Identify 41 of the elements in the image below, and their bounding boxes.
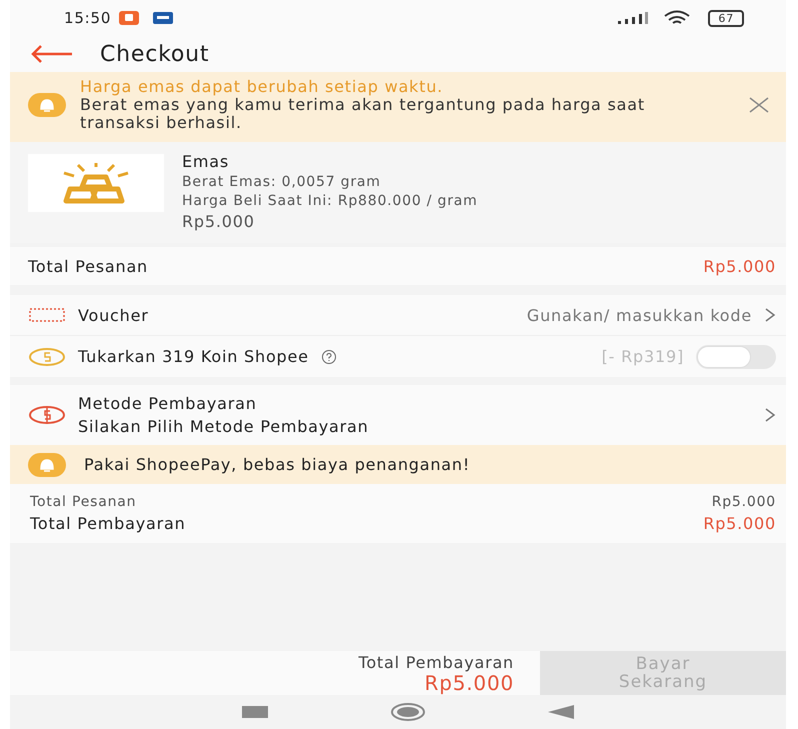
bottom-total-value: Rp5.000: [424, 673, 514, 693]
summary-label: Total Pesanan: [30, 494, 136, 510]
help-icon[interactable]: [320, 348, 337, 364]
summary-label: Total Pembayaran: [30, 514, 186, 533]
app-notification-icon: [153, 12, 174, 24]
payment-method-hint: Silakan Pilih Metode Pembayaran: [78, 417, 369, 436]
coins-label: Tukarkan 319 Koin Shopee: [78, 347, 309, 366]
coins-amount: [- Rp319]: [602, 347, 684, 366]
voucher-link[interactable]: Gunakan/ masukkan kode: [526, 306, 752, 324]
product-weight: Berat Emas: 0,0057 gram: [182, 174, 382, 190]
ticket-icon: [28, 307, 66, 323]
home-icon[interactable]: [390, 703, 425, 721]
product-unit-price: Harga Beli Saat Ini: Rp880.000 / gram: [182, 193, 478, 209]
chevron-right-icon[interactable]: [764, 407, 776, 423]
notice-text: Berat emas yang kamu terima akan tergantung pada harga saat transaksi berhasil.: [80, 96, 646, 132]
notice-headline: Harga emas dapat berubah setiap waktu.: [80, 78, 444, 96]
voucher-label: Voucher: [78, 306, 149, 324]
bell-icon: [28, 93, 66, 117]
battery-indicator: 67: [708, 10, 744, 26]
signal-icon: [618, 12, 648, 24]
back-icon[interactable]: [548, 705, 574, 719]
wifi-icon: [664, 10, 690, 26]
coin-icon: [28, 346, 66, 366]
bottom-total-label: Total Pembayaran: [358, 653, 514, 673]
close-icon[interactable]: [748, 97, 770, 113]
bell-icon: [28, 452, 66, 476]
app-notification-icon: [119, 11, 140, 25]
product-price: Rp5.000: [182, 212, 256, 231]
chevron-right-icon: [764, 307, 776, 323]
summary-value: Rp5.000: [703, 514, 776, 533]
payment-method-label: Metode Pembayaran: [78, 394, 258, 413]
order-total-label: Total Pesanan: [28, 256, 148, 276]
promo-text: Pakai ShopeePay, bebas biaya penanganan!: [84, 455, 470, 474]
page-title: Checkout: [100, 42, 210, 66]
order-total-value: Rp5.000: [703, 256, 776, 276]
dollar-coin-icon: [28, 405, 66, 425]
back-arrow-icon[interactable]: [30, 45, 74, 63]
status-time: 15:50: [64, 9, 112, 27]
product-name: Emas: [182, 152, 230, 171]
coins-toggle[interactable]: [696, 344, 776, 368]
summary-value: Rp5.000: [712, 494, 776, 510]
